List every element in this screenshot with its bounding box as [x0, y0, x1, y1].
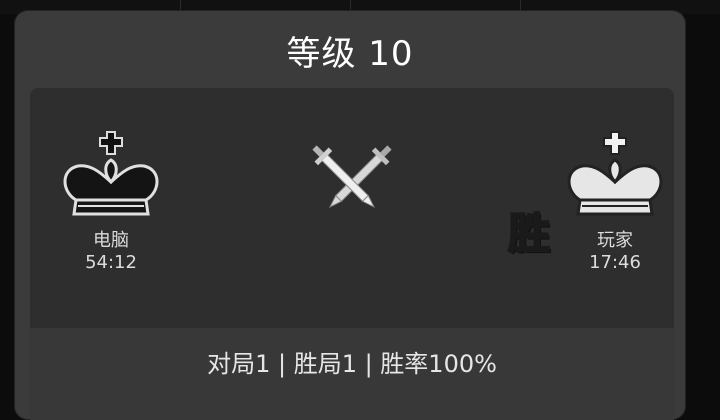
crossed-swords-icon [312, 145, 392, 209]
player-computer-name: 电脑 [93, 230, 129, 251]
player-computer-time: 54:12 [85, 252, 137, 273]
versus-panel: 电脑 54:12 玩家 17:46 胜 [30, 88, 674, 328]
white-king-icon [567, 131, 663, 216]
dialog-title: 等级 10 [286, 34, 414, 74]
player-human-name: 玩家 [597, 230, 633, 251]
black-king-icon [63, 131, 159, 216]
player-computer: 电脑 54:12 [56, 130, 166, 274]
player-human-time: 17:46 [589, 252, 641, 273]
stats-bar: 对局1 | 胜局1 | 胜率100% [30, 328, 674, 420]
player-human: 玩家 17:46 [560, 130, 670, 274]
win-badge: 胜 [507, 208, 551, 259]
game-result-dialog: 等级 10 电脑 54:12 玩家 17:46 胜 对局1 | 胜局1 | 胜率… [14, 10, 686, 420]
